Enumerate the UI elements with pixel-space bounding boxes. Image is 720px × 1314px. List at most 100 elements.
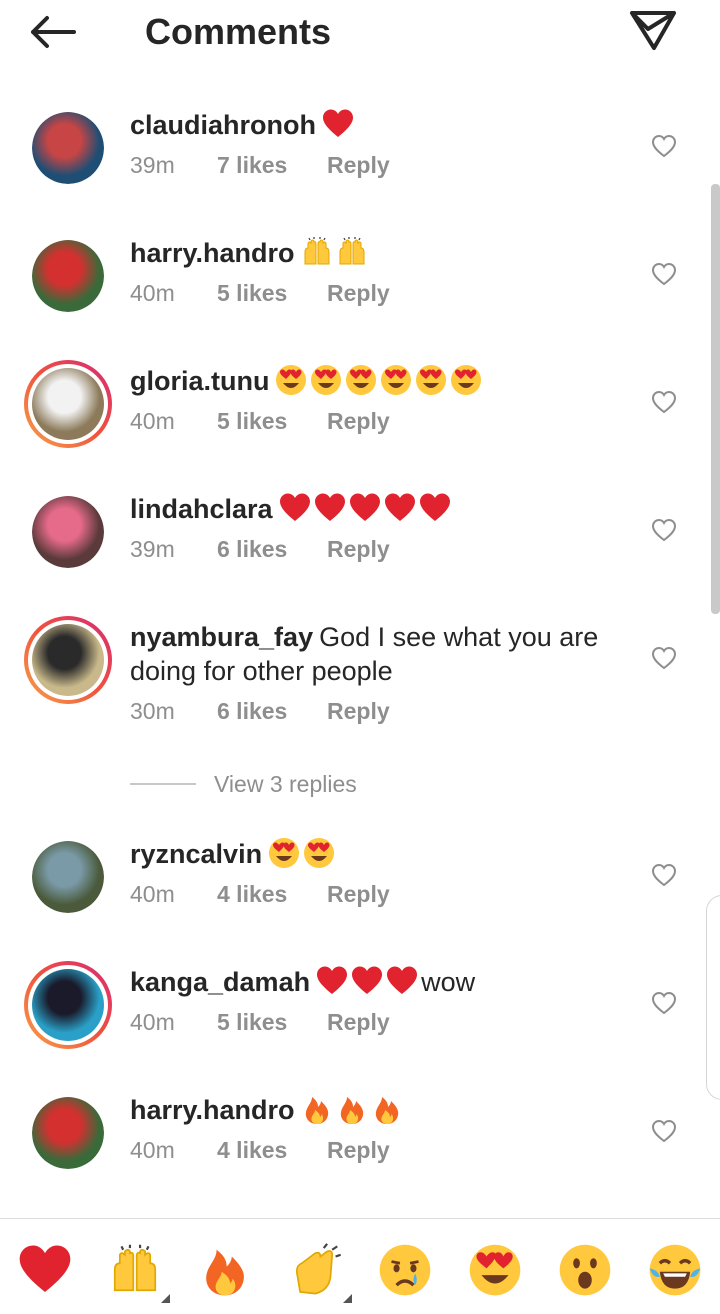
heart-emoji-icon [351, 965, 383, 997]
reply-button[interactable]: Reply [327, 879, 390, 909]
comment-likes[interactable]: 4 likes [217, 1135, 327, 1165]
avatar[interactable] [24, 360, 112, 448]
quick-emoji-tears-of-joy-icon[interactable] [648, 1243, 702, 1297]
comment-text: gloria.tunu [130, 364, 610, 398]
view-replies-label: View 3 replies [214, 770, 357, 797]
fire-emoji-icon [301, 1093, 333, 1125]
comment-body: claudiahronoh 39m 7 likes Reply [130, 108, 610, 180]
comment-username[interactable]: harry.handro [130, 238, 295, 268]
skin-tone-indicator [161, 1294, 170, 1303]
reply-button[interactable]: Reply [327, 696, 390, 726]
comment-likes[interactable]: 5 likes [217, 278, 327, 308]
heart-eyes-emoji-icon [345, 364, 377, 396]
avatar[interactable] [24, 961, 112, 1049]
comment-time: 39m [130, 536, 175, 562]
share-button[interactable] [628, 8, 684, 56]
comment-likes[interactable]: 4 likes [217, 879, 327, 909]
comment-username[interactable]: kanga_damah [130, 967, 310, 997]
quick-emoji-crying-face-icon[interactable] [378, 1243, 432, 1297]
avatar[interactable] [32, 841, 104, 913]
comment-username[interactable]: ryzncalvin [130, 839, 262, 869]
like-heart-icon[interactable] [651, 262, 677, 286]
comment-body: nyambura_fay God I see what you are doing… [130, 620, 610, 726]
side-edge-panel-handle[interactable] [706, 895, 720, 1100]
comment-body: ryzncalvin 40m 4 likes Reply [130, 837, 610, 909]
reply-button[interactable]: Reply [327, 534, 390, 564]
like-heart-icon[interactable] [651, 390, 677, 414]
comment-text: nyambura_fay God I see what you are doing… [130, 620, 610, 688]
comment-likes[interactable]: 7 likes [217, 150, 327, 180]
avatar[interactable] [32, 496, 104, 568]
avatar-image [32, 496, 104, 568]
reply-button[interactable]: Reply [327, 1135, 390, 1165]
comment-meta: 40m 5 likes Reply [130, 406, 610, 436]
page-title: Comments [145, 11, 332, 52]
reply-button[interactable]: Reply [327, 1007, 390, 1037]
comment-username[interactable]: harry.handro [130, 1095, 295, 1125]
heart-emoji-icon [386, 965, 418, 997]
reply-button[interactable]: Reply [327, 278, 390, 308]
comment-likes[interactable]: 5 likes [217, 1007, 327, 1037]
comment-time: 40m [130, 1137, 175, 1163]
comment-body: harry.handro 40m 5 likes Reply [130, 236, 610, 308]
top-bar: Comments [0, 0, 720, 64]
heart-emoji-icon [419, 492, 451, 524]
comment-text: claudiahronoh [130, 108, 610, 142]
comment-likes[interactable]: 6 likes [217, 696, 327, 726]
view-replies-line [130, 783, 196, 785]
quick-emoji-heart-icon[interactable] [18, 1243, 72, 1297]
avatar-image [32, 240, 104, 312]
heart-emoji-icon [384, 492, 416, 524]
reply-button[interactable]: Reply [327, 150, 390, 180]
quick-emoji-astonished-face-icon[interactable] [558, 1243, 612, 1297]
quick-emoji-fire-icon[interactable] [198, 1243, 252, 1297]
like-heart-icon[interactable] [651, 991, 677, 1015]
avatar[interactable] [32, 1097, 104, 1169]
quick-emoji-bar [0, 1218, 720, 1314]
paper-plane-icon [630, 11, 676, 50]
comment-username[interactable]: nyambura_fay [130, 622, 313, 652]
avatar-image [32, 841, 104, 913]
fire-emoji-icon [336, 1093, 368, 1125]
scrollbar[interactable] [711, 184, 720, 614]
quick-emoji-raised-hands-icon[interactable] [108, 1243, 170, 1303]
view-replies-button[interactable]: View 3 replies [130, 768, 357, 800]
reply-button[interactable]: Reply [327, 406, 390, 436]
comment-username[interactable]: claudiahronoh [130, 110, 316, 140]
comment-meta: 39m 7 likes Reply [130, 150, 610, 180]
quick-emoji-clapping-hands-icon[interactable] [290, 1243, 352, 1303]
like-heart-icon[interactable] [651, 518, 677, 542]
comment-text: harry.handro [130, 1093, 610, 1127]
like-heart-icon[interactable] [651, 1119, 677, 1143]
comment-meta: 40m 4 likes Reply [130, 879, 610, 909]
like-heart-icon[interactable] [651, 646, 677, 670]
heart-eyes-emoji-icon [310, 364, 342, 396]
comment-likes[interactable]: 5 likes [217, 406, 327, 436]
back-button[interactable] [28, 10, 84, 54]
avatar[interactable] [32, 240, 104, 312]
heart-eyes-emoji-icon [268, 837, 300, 869]
like-heart-icon[interactable] [651, 134, 677, 158]
raised-hands-emoji-icon [336, 236, 368, 268]
comment-meta: 40m 5 likes Reply [130, 1007, 610, 1037]
avatar-image [32, 1097, 104, 1169]
heart-eyes-emoji-icon [450, 364, 482, 396]
comment-time: 30m [130, 698, 175, 724]
comment-text: kanga_damah wow [130, 965, 610, 999]
avatar[interactable] [24, 616, 112, 704]
comment-body: harry.handro 40m 4 likes Reply [130, 1093, 610, 1165]
quick-emoji-heart-eyes-icon[interactable] [468, 1243, 522, 1297]
like-heart-icon[interactable] [651, 863, 677, 887]
avatar-image [32, 368, 104, 440]
avatar-image [32, 112, 104, 184]
comment-message: wow [421, 967, 476, 997]
heart-emoji-icon [349, 492, 381, 524]
comment-likes[interactable]: 6 likes [217, 534, 327, 564]
avatar-image [32, 969, 104, 1041]
comment-body: kanga_damah wow 40m 5 likes Reply [130, 965, 610, 1037]
avatar[interactable] [32, 112, 104, 184]
comment-username[interactable]: lindahclara [130, 494, 273, 524]
heart-emoji-icon [279, 492, 311, 524]
comment-time: 40m [130, 280, 175, 306]
comment-username[interactable]: gloria.tunu [130, 366, 269, 396]
